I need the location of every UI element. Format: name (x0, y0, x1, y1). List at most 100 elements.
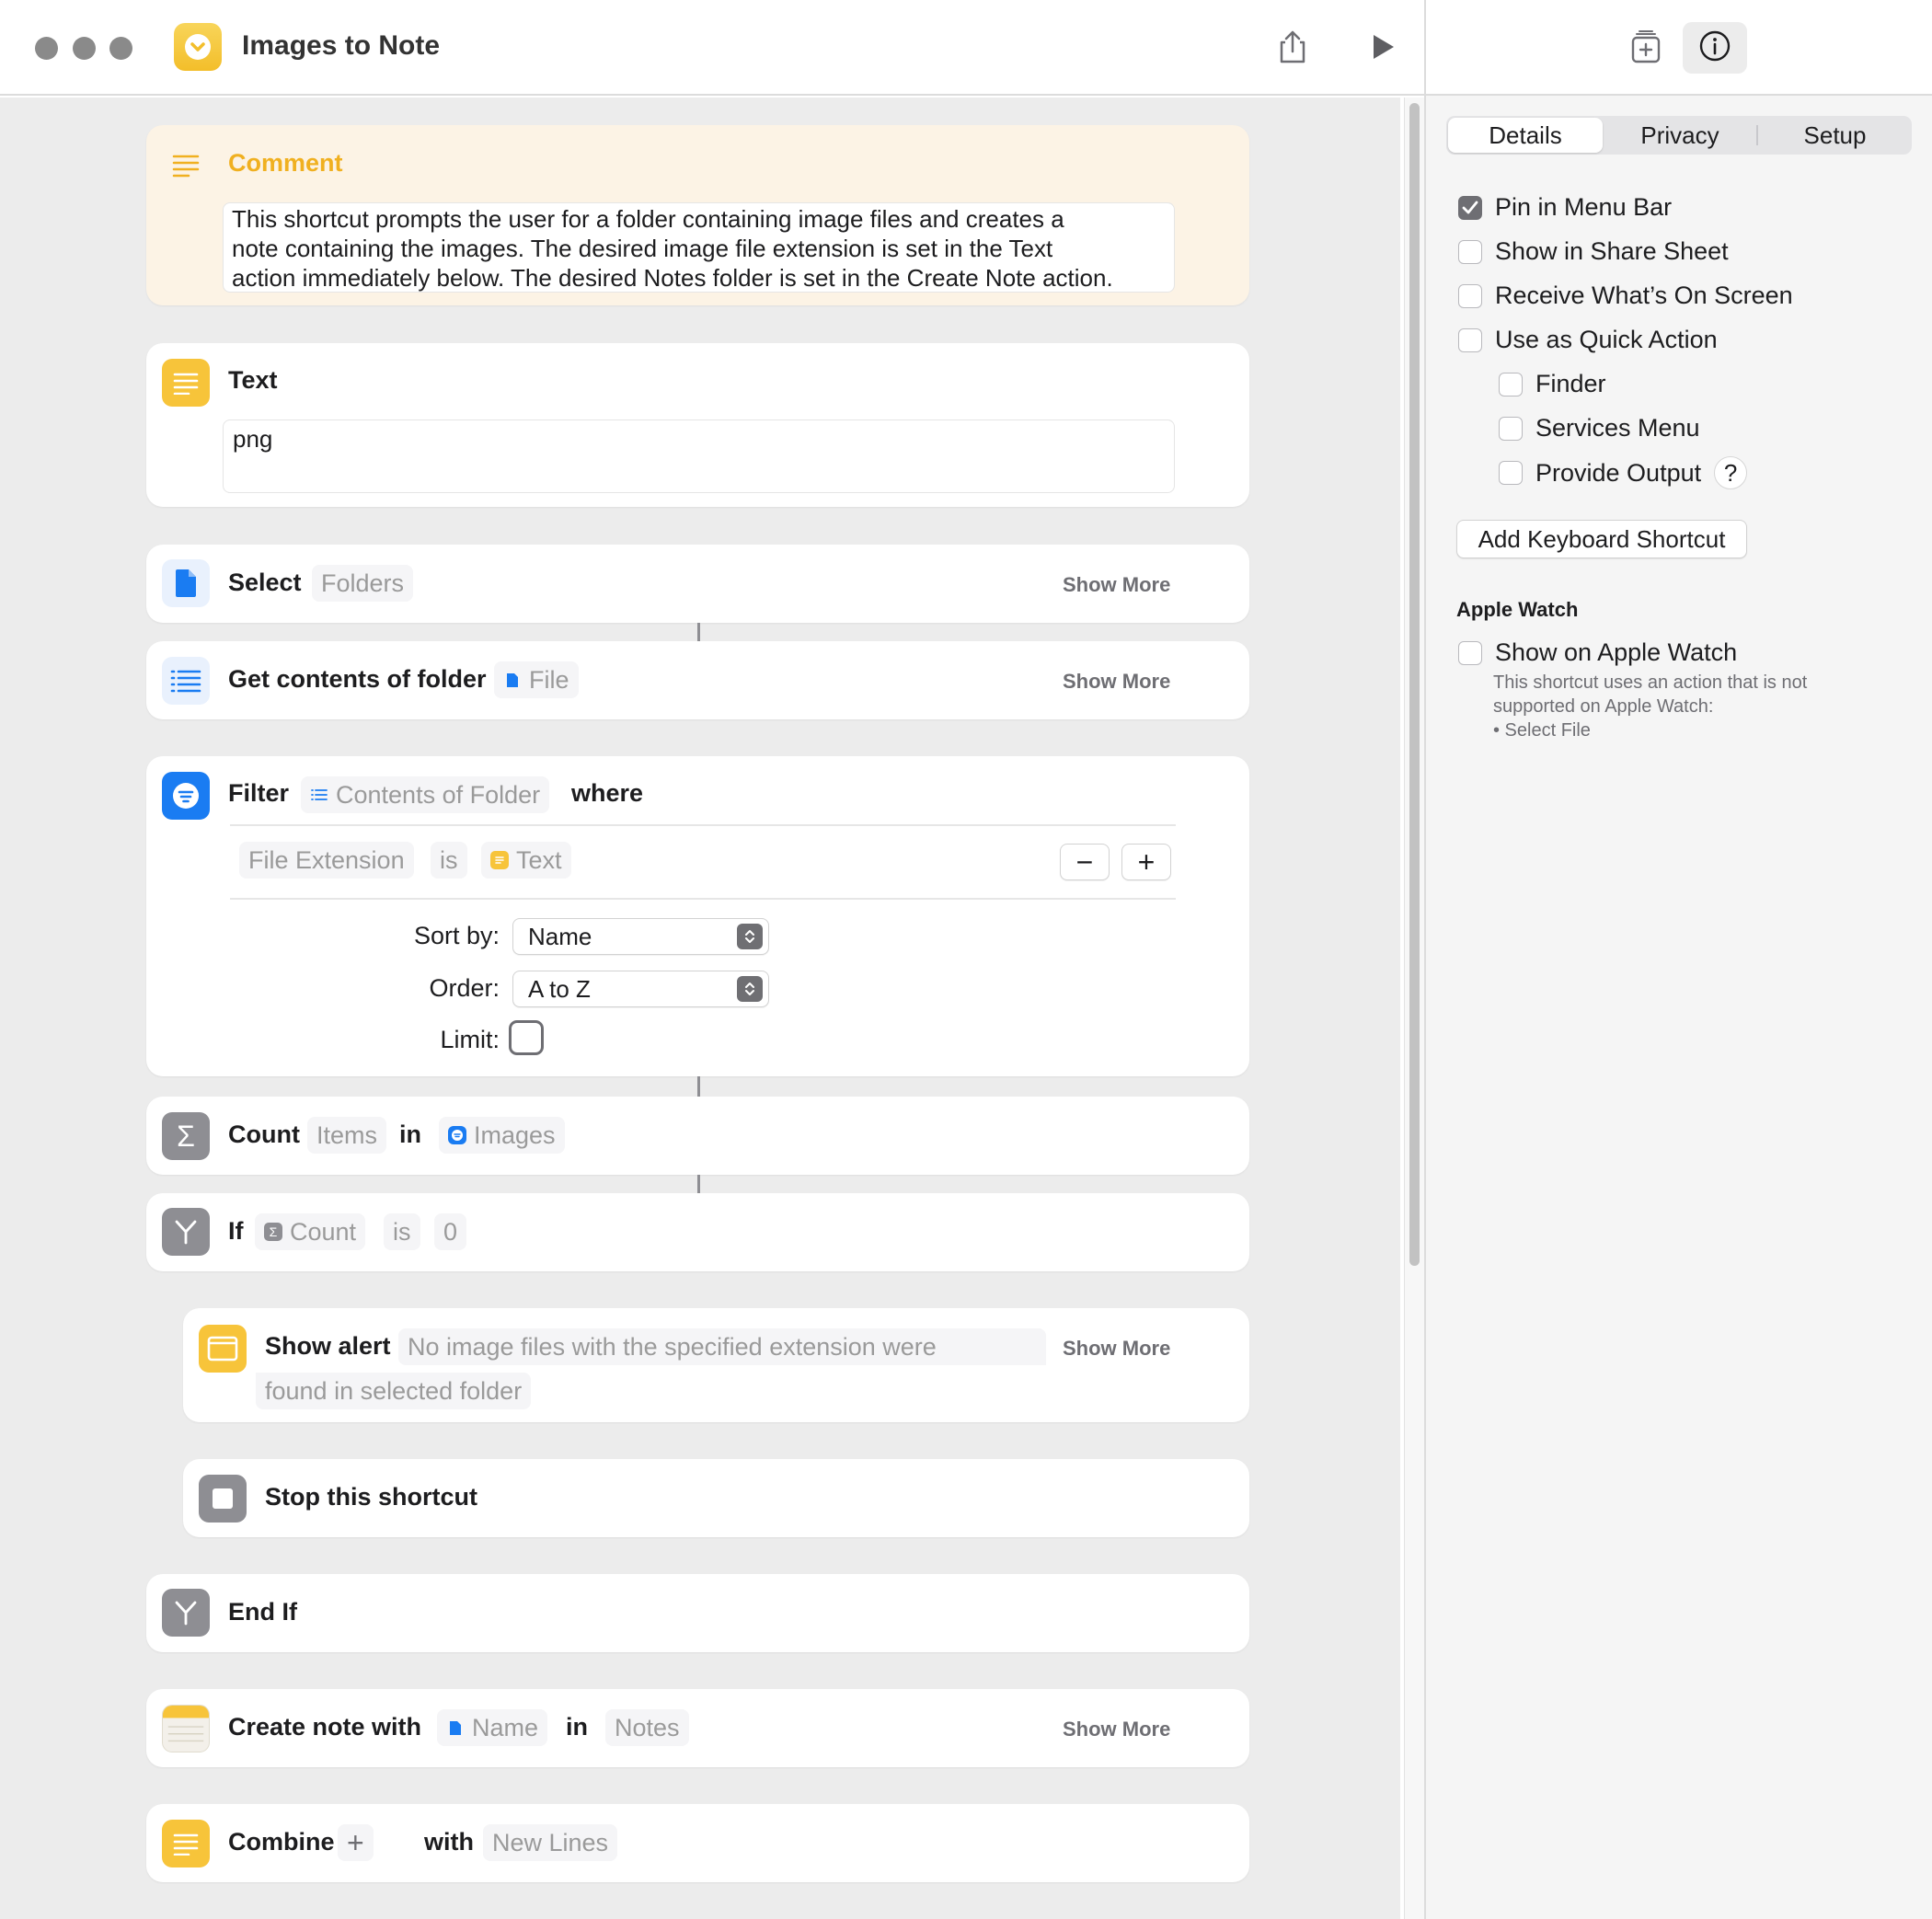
chevron-up-down-icon (737, 976, 763, 1002)
option-label: Receive What’s On Screen (1495, 282, 1793, 309)
file-icon (162, 559, 210, 607)
help-button[interactable]: ? (1714, 456, 1748, 489)
checkbox[interactable] (1458, 283, 1482, 308)
tab-privacy[interactable]: Privacy (1603, 116, 1757, 155)
if-input-token[interactable]: Σ Count (255, 1213, 366, 1250)
if-action[interactable]: If Σ Count is 0 (146, 1193, 1249, 1271)
limit-toggle[interactable] (509, 1020, 544, 1055)
checkbox[interactable] (1458, 327, 1482, 352)
option-show-on-apple-watch[interactable]: Show on Apple Watch (1458, 638, 1737, 667)
scrollbar-thumb[interactable] (1409, 103, 1420, 1266)
checkbox[interactable] (1458, 239, 1482, 264)
get-contents-action[interactable]: Get contents of folder File Show More (146, 641, 1249, 719)
token-label: Text (516, 846, 562, 874)
note-body-token[interactable]: Name (437, 1709, 548, 1746)
comment-line: action immediately below. The desired No… (232, 264, 1113, 292)
option-pin-in-menu-bar[interactable]: Pin in Menu Bar (1458, 193, 1672, 222)
comment-title: Comment (228, 149, 343, 177)
option-show-in-share-sheet[interactable]: Show in Share Sheet (1458, 237, 1729, 266)
create-note-action[interactable]: Create note with Name in Notes Show More (146, 1689, 1249, 1767)
if-operator-token[interactable]: is (384, 1213, 420, 1250)
condition-value-token[interactable]: Text (481, 842, 571, 879)
editor-scrollbar[interactable] (1404, 98, 1424, 1919)
condition-property-token[interactable]: File Extension (239, 842, 414, 879)
checkbox[interactable] (1499, 372, 1523, 396)
count-action[interactable]: Σ Count Items in Images (146, 1097, 1249, 1175)
option-provide-output[interactable]: Provide Output ? (1499, 456, 1748, 489)
count-title: Count (228, 1120, 300, 1148)
filter-icon (162, 772, 210, 820)
count-type-token[interactable]: Items (307, 1117, 387, 1154)
option-label: Finder (1535, 370, 1606, 397)
show-more-button[interactable]: Show More (1063, 670, 1170, 694)
info-icon (1698, 29, 1731, 67)
minimize-window-button[interactable] (73, 37, 96, 60)
inspector-tabs: Details Privacy Setup (1446, 116, 1912, 155)
text-value-field[interactable]: png (223, 419, 1175, 493)
comment-text-field[interactable]: This shortcut prompts the user for a fol… (223, 202, 1175, 293)
comment-action[interactable]: Comment This shortcut prompts the user f… (146, 125, 1249, 305)
filter-action[interactable]: Filter Contents of Folder where File Ext… (146, 756, 1249, 1076)
stop-icon (199, 1475, 247, 1523)
select-type-token[interactable]: Folders (312, 565, 414, 602)
token-label: Contents of Folder (336, 781, 541, 809)
show-more-button[interactable]: Show More (1063, 1337, 1170, 1361)
if-title: If (228, 1217, 244, 1245)
option-label: Pin in Menu Bar (1495, 193, 1673, 221)
play-icon (1370, 33, 1396, 65)
zoom-window-button[interactable] (109, 37, 132, 60)
combine-input-token[interactable]: + (338, 1824, 374, 1861)
count-input-token[interactable]: Images (439, 1117, 565, 1154)
tab-setup[interactable]: Setup (1758, 116, 1912, 155)
checkbox-checked[interactable] (1458, 195, 1482, 220)
separator-token[interactable]: New Lines (483, 1824, 618, 1861)
option-services-menu[interactable]: Services Menu (1499, 414, 1700, 442)
list-icon (162, 657, 210, 705)
combine-action[interactable]: Combine + with New Lines (146, 1804, 1249, 1882)
select-action[interactable]: Select Folders Show More (146, 545, 1249, 623)
show-more-button[interactable]: Show More (1063, 573, 1170, 597)
checkbox[interactable] (1458, 640, 1482, 665)
show-alert-action[interactable]: Show alert No image files with the speci… (183, 1308, 1249, 1422)
if-value-token[interactable]: 0 (434, 1213, 467, 1250)
shortcut-title[interactable]: Images to Note (242, 30, 440, 62)
checkbox[interactable] (1499, 461, 1523, 485)
where-label: where (571, 779, 644, 807)
info-button[interactable] (1683, 22, 1747, 74)
stop-shortcut-action[interactable]: Stop this shortcut (183, 1459, 1249, 1537)
condition-operator-token[interactable]: is (431, 842, 467, 879)
sort-by-select[interactable]: Name (512, 918, 769, 955)
tab-details[interactable]: Details (1448, 118, 1603, 153)
text-action[interactable]: Text png (146, 343, 1249, 507)
shortcut-icon[interactable] (174, 23, 222, 71)
apple-watch-note: This shortcut uses an action that is not (1493, 672, 1808, 693)
add-keyboard-shortcut-button[interactable]: Add Keyboard Shortcut (1456, 520, 1747, 558)
add-condition-button[interactable]: + (1121, 844, 1171, 880)
run-button[interactable] (1360, 26, 1406, 72)
notes-folder-token[interactable]: Notes (605, 1709, 689, 1746)
share-button[interactable] (1270, 26, 1316, 72)
divider (230, 898, 1176, 900)
share-icon (1277, 29, 1308, 69)
action-library-button[interactable] (1623, 26, 1669, 72)
option-receive-on-screen[interactable]: Receive What’s On Screen (1458, 282, 1793, 310)
end-if-action[interactable]: End If (146, 1574, 1249, 1652)
option-quick-action[interactable]: Use as Quick Action (1458, 326, 1718, 354)
close-window-button[interactable] (35, 37, 58, 60)
order-value: A to Z (528, 975, 591, 1003)
text-action-icon (162, 1820, 210, 1867)
option-label: Provide Output (1535, 458, 1702, 487)
folder-variable-token[interactable]: File (494, 661, 579, 698)
alert-message-line[interactable]: No image files with the specified extens… (398, 1328, 1046, 1365)
option-finder[interactable]: Finder (1499, 370, 1606, 398)
show-more-button[interactable]: Show More (1063, 1718, 1170, 1741)
branch-icon (162, 1589, 210, 1637)
filter-input-token[interactable]: Contents of Folder (301, 776, 550, 813)
alert-message-line[interactable]: found in selected folder (256, 1373, 532, 1409)
order-select[interactable]: A to Z (512, 971, 769, 1007)
sigma-icon: Σ (162, 1112, 210, 1160)
file-icon (446, 1718, 465, 1737)
checkbox[interactable] (1499, 416, 1523, 441)
remove-condition-button[interactable]: − (1060, 844, 1110, 880)
chevron-up-down-icon (737, 924, 763, 949)
